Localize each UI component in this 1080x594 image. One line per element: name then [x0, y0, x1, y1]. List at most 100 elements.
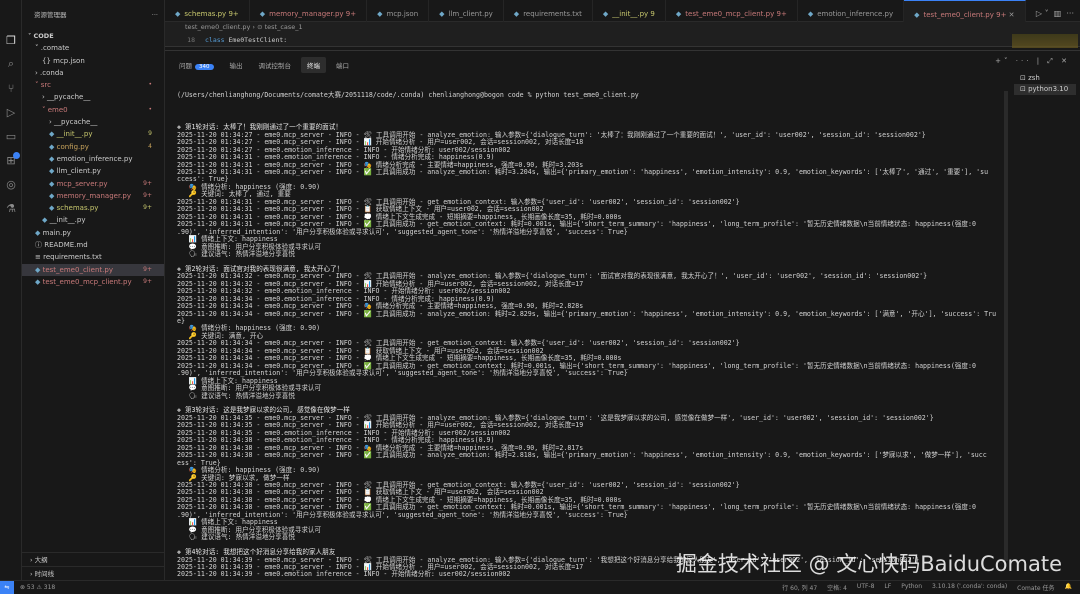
sticky-code-line: 18 class Eme0TestClient: [165, 33, 1080, 47]
terminal-line: 🎭 情绪分析: happiness (强度: 0.90) [177, 182, 321, 191]
file-tree-item[interactable]: ◆ schemas.py 9+ [22, 202, 164, 214]
tab-output[interactable]: 输出 [224, 57, 249, 73]
close-tab-icon[interactable]: ✕ [1009, 11, 1015, 19]
outline-section[interactable]: › 大纲 [22, 552, 164, 566]
terminal-output[interactable]: (/Users/chenlianghong/Documents/comate大赛… [177, 77, 1005, 577]
python-file-icon: ◆ [49, 142, 57, 151]
editor-tab[interactable]: ◆ emotion_inference.py [798, 0, 905, 22]
extensions-icon[interactable]: ⊞ [0, 148, 22, 172]
terminal-line: .90)', 'inferred_intention': '用户分享积极体验或寻… [177, 227, 628, 236]
python-file-icon: ◆ [49, 179, 57, 188]
editor-tab[interactable]: ◆ __init__.py 9 [593, 0, 666, 22]
activity-bar: ❐ ⌕ ⑂ ▷ ▭ ⊞ ◎ ⚗ [0, 0, 22, 580]
close-panel-icon[interactable]: ✕ [1061, 57, 1070, 65]
tab-terminal[interactable]: 终端 [301, 57, 326, 73]
comate-tasks[interactable]: Comate 任务 [1017, 583, 1054, 592]
file-tree-item[interactable]: ˅ eme0 • [22, 104, 164, 116]
notifications-icon[interactable]: 🔔 [1065, 583, 1072, 592]
code-keyword: class [205, 36, 225, 44]
editor-tab[interactable]: ◆ requirements.txt [504, 0, 593, 22]
encoding[interactable]: UTF-8 [857, 583, 875, 592]
file-tree: ˅ CODE ˅ .comate {} mcp.json › .conda ˅ src… [22, 30, 164, 288]
python-file-icon: ◆ [35, 265, 43, 274]
code-class-name: Eme0TestClient: [228, 36, 288, 44]
file-tree-label: {} mcp.json [42, 56, 85, 65]
breadcrumb[interactable]: test_eme0_client.py › ⊙ test_case_1 [165, 22, 1080, 33]
file-tree-label: llm_client.py [56, 167, 101, 176]
python-file-icon: ◆ [49, 191, 57, 200]
terminal-command: (/Users/chenlianghong/Documents/comate大赛… [177, 90, 639, 99]
terminal-item-python[interactable]: ⊡ python3.10 [1014, 84, 1076, 95]
file-tree-item[interactable]: ◆ memory_manager.py 9+ [22, 190, 164, 202]
terminal-scrollbar[interactable] [1004, 91, 1008, 561]
editor-tab[interactable]: ◆ mcp.json [367, 0, 430, 22]
explorer-more-button[interactable]: ··· [152, 0, 158, 30]
explorer-icon[interactable]: ❐ [0, 28, 22, 52]
editor-tab[interactable]: ◆ memory_manager.py 9+ [250, 0, 368, 22]
file-tree-label: schemas.py [56, 204, 99, 213]
editor-tab[interactable]: ◆ schemas.py 9+ [165, 0, 250, 22]
terminal-line: 🗣 建议语气: 热情洋溢地分享喜悦 [177, 249, 295, 258]
editor-tab[interactable]: ◆ test_eme0_mcp_client.py 9+ [666, 0, 798, 22]
file-icon: ◆ [513, 10, 520, 18]
file-tree-item[interactable]: › __pycache__ [22, 91, 164, 103]
status-bar: ⇋ ⊗ 53 ⚠ 318 行 60, 列 47 空格: 4 UTF-8 LF P… [0, 580, 1080, 594]
more-icon[interactable]: ··· [1016, 57, 1032, 65]
cursor-position[interactable]: 行 60, 列 47 [782, 583, 817, 592]
file-tree-label: memory_manager.py [56, 191, 131, 200]
file-tree-label: ≡ requirements.txt [35, 253, 102, 262]
tab-ports[interactable]: 端口 [330, 57, 355, 73]
file-tree-label: config.py [56, 142, 89, 151]
file-tree-item[interactable]: › __pycache__ [22, 116, 164, 128]
indentation[interactable]: 空格: 4 [827, 583, 847, 592]
file-tree-label: test_eme0_client.py [42, 265, 113, 274]
tab-problems[interactable]: 问题 340 [173, 57, 220, 73]
file-tree-item[interactable]: ◆ emotion_inference.py [22, 153, 164, 165]
maximize-panel-icon[interactable]: ⤢ [1047, 57, 1056, 65]
file-status: 4 [148, 142, 152, 150]
file-tree-item[interactable]: ◆ config.py 4 [22, 141, 164, 153]
timeline-section[interactable]: › 时间线 [22, 566, 164, 580]
file-tree-label: main.py [42, 228, 71, 237]
file-tree-item[interactable]: › .conda [22, 67, 164, 79]
comate-icon[interactable]: ◎ [0, 172, 22, 196]
problems-status[interactable]: ⊗ 53 ⚠ 318 [20, 584, 55, 591]
python-file-icon: ◆ [49, 167, 57, 176]
tab-debug-console[interactable]: 调试控制台 [253, 57, 298, 73]
file-tree-label: › __pycache__ [42, 93, 91, 102]
minimap[interactable] [1012, 34, 1078, 48]
file-tree-item[interactable]: ˅ .comate [22, 42, 164, 54]
terminal-line: 2025-11-20 01:34:34 - eme0.mcp_server - … [177, 309, 997, 318]
line-ending[interactable]: LF [884, 583, 891, 592]
file-tree-item[interactable]: ◆ main.py [22, 227, 164, 239]
file-tree-item[interactable]: ◆ __init__.py 9 [22, 128, 164, 140]
source-control-icon[interactable]: ⑂ [0, 76, 22, 100]
file-status: 9+ [143, 179, 152, 187]
file-tree-item[interactable]: ◆ llm_client.py [22, 165, 164, 177]
more-icon[interactable]: ··· [1066, 9, 1074, 18]
file-tree-item[interactable]: ◆ mcp_server.py 9+ [22, 178, 164, 190]
remote-indicator[interactable]: ⇋ [0, 580, 14, 594]
editor-tab[interactable]: ◆ llm_client.py [429, 0, 504, 22]
split-editor-icon[interactable]: ▥ [1054, 9, 1062, 18]
workspace-root[interactable]: ˅ CODE [22, 30, 164, 42]
file-tree-item[interactable]: ⓘ README.md [22, 239, 164, 251]
file-tree-item[interactable]: ◆ test_eme0_client.py 9+ [22, 263, 164, 276]
new-terminal-icon[interactable]: +˅ [995, 57, 1010, 65]
run-debug-icon[interactable]: ▷ [0, 100, 22, 124]
terminal-item-zsh[interactable]: ⊡ zsh [1014, 73, 1076, 84]
file-tree-item[interactable]: ◆ __init__.py [22, 214, 164, 226]
run-icon[interactable]: ▷ ˅ [1036, 9, 1049, 18]
language-mode[interactable]: Python [901, 583, 922, 592]
testing-icon[interactable]: ⚗ [0, 196, 22, 220]
file-tree-item[interactable]: ◆ test_eme0_mcp_client.py 9+ [22, 276, 164, 288]
search-icon[interactable]: ⌕ [0, 52, 22, 76]
remote-explorer-icon[interactable]: ▭ [0, 124, 22, 148]
editor-tab[interactable]: ◆ test_eme0_client.py 9+ ✕ [904, 0, 1026, 22]
python-interpreter[interactable]: 3.10.18 ('.conda': conda) [932, 583, 1007, 592]
file-tree-item[interactable]: ˅ src • [22, 79, 164, 91]
terminal-label: zsh [1028, 74, 1040, 82]
file-status: 9+ [143, 277, 152, 285]
file-tree-item[interactable]: ≡ requirements.txt [22, 251, 164, 263]
file-tree-item[interactable]: {} mcp.json [22, 55, 164, 67]
